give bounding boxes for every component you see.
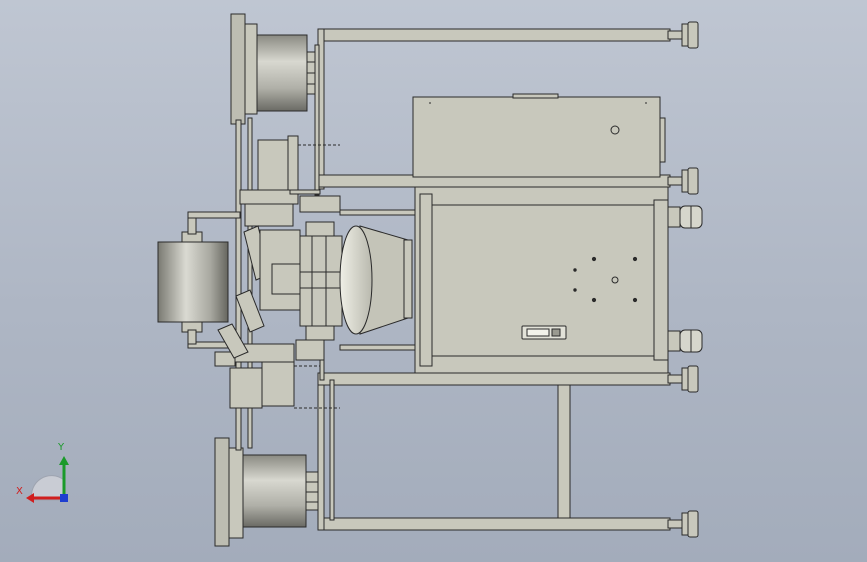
control-cabinet (414, 186, 669, 374)
caster-wheel (667, 329, 703, 353)
leveling-foot (667, 167, 699, 195)
machine-assembly-drawing (26, 13, 703, 547)
z-axis-marker (60, 494, 68, 502)
coordinate-triad (26, 456, 69, 503)
x-axis-label: X (16, 486, 23, 497)
bottom-frame-rail (317, 379, 671, 531)
bottom-drive-motor (214, 437, 319, 547)
cabinet-door-handle (521, 325, 567, 340)
leveling-foot (667, 365, 699, 393)
cad-viewport[interactable]: X Y (0, 0, 867, 562)
feed-hopper (339, 225, 413, 335)
leveling-foot (667, 21, 699, 49)
y-axis-label: Y (58, 442, 65, 453)
caster-wheel (667, 205, 703, 229)
upper-electrical-box (412, 93, 666, 178)
leveling-foot (667, 510, 699, 538)
top-drive-motor (230, 13, 320, 125)
